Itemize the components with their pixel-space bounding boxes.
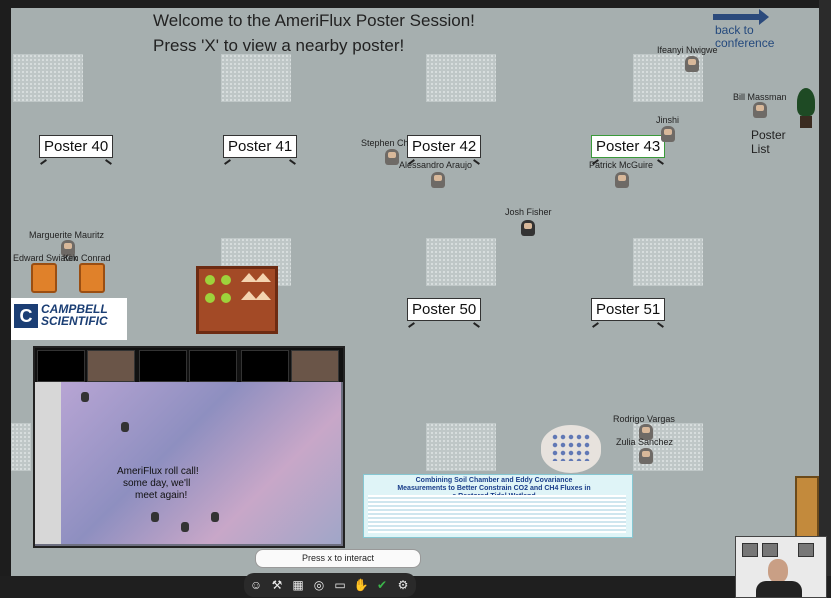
interact-hint: Press x to interact: [255, 549, 421, 568]
game-map[interactable]: Welcome to the AmeriFlux Poster Session!…: [11, 8, 819, 576]
back-to-conference-link[interactable]: back to conference: [715, 24, 775, 50]
player-name: Kim Conrad: [63, 253, 111, 263]
check-icon[interactable]: ✔: [374, 577, 390, 593]
campbell-logo-line-2: SCIENTIFIC: [41, 314, 108, 328]
floor-rug: [426, 54, 496, 102]
floor-rug: [426, 238, 496, 286]
poster-sign-43[interactable]: Poster 43: [591, 135, 666, 158]
player-name: Stephen Ch: [361, 138, 409, 148]
player-avatar[interactable]: [661, 126, 675, 142]
mini-avatar: [181, 522, 189, 532]
screen-icon[interactable]: ▭: [332, 577, 348, 593]
hammer-icon[interactable]: ⚒: [269, 577, 285, 593]
player-name: Bill Massman: [733, 92, 787, 102]
player-name: Marguerite Mauritz: [29, 230, 105, 240]
player-avatar-self[interactable]: [521, 220, 535, 236]
welcome-line-1: Welcome to the AmeriFlux Poster Session!: [153, 11, 475, 30]
poster-preview-body: [368, 495, 626, 533]
floor-rug: [633, 238, 703, 286]
poster-sign-51[interactable]: Poster 51: [591, 298, 666, 321]
shared-map-view: AmeriFlux roll call! some day, we'll mee…: [61, 382, 341, 544]
wall-picture: [798, 543, 814, 557]
mini-avatar: [81, 392, 89, 402]
plant-pot: [800, 116, 812, 128]
shared-map-sidebar: [35, 382, 61, 544]
wall-picture: [742, 543, 758, 557]
welcome-line-2: Press 'X' to view a nearby poster!: [153, 36, 405, 55]
plant-leaves: [797, 88, 815, 116]
bottom-toolbar: ☺ ⚒ ▦ ◎ ▭ ✋ ✔ ⚙: [244, 573, 416, 597]
participant-tile[interactable]: [291, 350, 339, 382]
player-name: Josh Fisher: [505, 207, 552, 217]
target-icon[interactable]: ◎: [311, 577, 327, 593]
player-avatar[interactable]: [385, 149, 399, 165]
self-camera-view[interactable]: [735, 536, 827, 598]
green-dot-icon: [205, 275, 215, 285]
player-name: Zulia Sanchez: [616, 437, 674, 447]
poster-sign-50[interactable]: Poster 50: [407, 298, 482, 321]
game-board[interactable]: [196, 266, 278, 334]
poster-sign-42[interactable]: Poster 42: [407, 135, 482, 158]
chat-bubble-line: meet again!: [135, 490, 188, 501]
chat-bubble-line: some day, we'll: [123, 478, 191, 489]
floor-rug: [11, 423, 31, 471]
player-name: Jinshi: [656, 115, 680, 125]
green-dot-icon: [221, 293, 231, 303]
right-wall: [819, 0, 831, 598]
mini-avatar: [151, 512, 159, 522]
poster-list-link[interactable]: Poster List: [751, 128, 795, 156]
mini-avatar: [121, 422, 129, 432]
participant-tile[interactable]: [37, 350, 85, 382]
floor-rug: [13, 54, 83, 102]
player-name: Ifeanyi Nwigwe: [657, 45, 718, 55]
green-dot-icon: [221, 275, 231, 285]
screen-share-window[interactable]: AmeriFlux roll call! some day, we'll mee…: [33, 346, 345, 548]
user-face: [768, 559, 788, 583]
poster-sign-41[interactable]: Poster 41: [223, 135, 298, 158]
participant-tile[interactable]: [139, 350, 187, 382]
triangle-icon: [255, 291, 271, 300]
triangle-icon: [255, 273, 271, 282]
player-avatar[interactable]: [431, 172, 445, 188]
orange-chair: [31, 263, 57, 293]
player-name: Alessandro Araujo: [399, 160, 473, 170]
mini-avatar: [211, 512, 219, 522]
user-shirt: [756, 581, 802, 597]
participant-strip: [35, 348, 343, 382]
map-icon[interactable]: ▦: [290, 577, 306, 593]
floor-rug: [221, 54, 291, 102]
chat-bubble-line: AmeriFlux roll call!: [117, 466, 199, 477]
potted-plant: [795, 88, 817, 130]
poster-sign-40[interactable]: Poster 40: [39, 135, 114, 158]
participant-tile[interactable]: [87, 350, 135, 382]
participant-tile[interactable]: [189, 350, 237, 382]
wall-picture: [762, 543, 778, 557]
player-avatar[interactable]: [639, 448, 653, 464]
floor-rug: [426, 423, 496, 471]
campbell-logo-icon: C: [14, 304, 38, 328]
player-avatar[interactable]: [753, 102, 767, 118]
player-avatar[interactable]: [685, 56, 699, 72]
gear-icon[interactable]: ⚙: [395, 577, 411, 593]
back-arrow-icon[interactable]: [713, 9, 769, 25]
campbell-logo-text: CAMPBELL SCIENTIFIC: [41, 303, 108, 327]
round-table: [541, 425, 601, 473]
hand-icon[interactable]: ✋: [353, 577, 369, 593]
participant-tile[interactable]: [241, 350, 289, 382]
player-avatar[interactable]: [615, 172, 629, 188]
poster-preview[interactable]: Combining Soil Chamber and Eddy Covarian…: [363, 474, 633, 538]
green-dot-icon: [205, 293, 215, 303]
player-name: Rodrigo Vargas: [613, 414, 675, 424]
orange-chair: [79, 263, 105, 293]
player-name: Patrick McGuire: [589, 160, 654, 170]
avatar-icon[interactable]: ☺: [248, 577, 264, 593]
campbell-scientific-logo[interactable]: C CAMPBELL SCIENTIFIC: [11, 298, 127, 340]
